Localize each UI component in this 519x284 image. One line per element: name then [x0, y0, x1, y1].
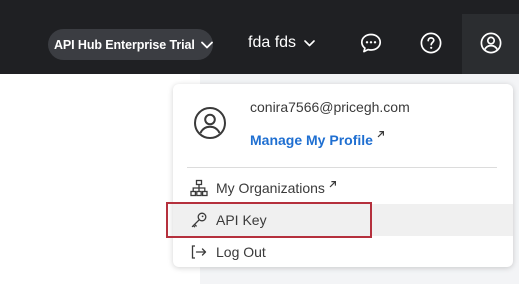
- user-email: conira7566@pricegh.com: [250, 99, 410, 115]
- menu-item-log-out[interactable]: Log Out: [173, 236, 513, 268]
- page: API Hub Enterprise Trial fda fds conira7…: [0, 0, 519, 284]
- logout-icon: [190, 243, 208, 261]
- menu-item-my-organizations[interactable]: My Organizations: [173, 172, 513, 204]
- help-icon[interactable]: [419, 31, 443, 55]
- top-navigation-bar: API Hub Enterprise Trial fda fds: [0, 0, 519, 74]
- external-link-icon: [376, 130, 385, 139]
- manage-profile-label: Manage My Profile: [250, 132, 373, 148]
- profile-dropdown-menu: conira7566@pricegh.com Manage My Profile…: [173, 84, 513, 267]
- trial-plan-label: API Hub Enterprise Trial: [54, 37, 195, 52]
- user-avatar-icon: [193, 106, 227, 140]
- menu-item-label: Log Out: [216, 244, 266, 260]
- highlight-callout-box: [166, 202, 372, 238]
- trial-plan-dropdown[interactable]: API Hub Enterprise Trial: [48, 29, 213, 60]
- menu-item-label: My Organizations: [216, 180, 325, 196]
- external-link-icon: [328, 180, 337, 189]
- chevron-down-icon: [200, 41, 213, 49]
- manage-profile-link[interactable]: Manage My Profile: [250, 130, 385, 148]
- profile-menu-button[interactable]: [462, 14, 519, 74]
- sitemap-icon: [190, 179, 208, 197]
- chat-icon[interactable]: [359, 31, 383, 55]
- content-panel: [0, 74, 200, 284]
- chevron-down-icon: [304, 39, 315, 47]
- organization-switcher[interactable]: fda fds: [248, 34, 315, 52]
- organization-name: fda fds: [248, 34, 297, 51]
- menu-divider: [187, 167, 497, 168]
- user-icon: [479, 31, 503, 55]
